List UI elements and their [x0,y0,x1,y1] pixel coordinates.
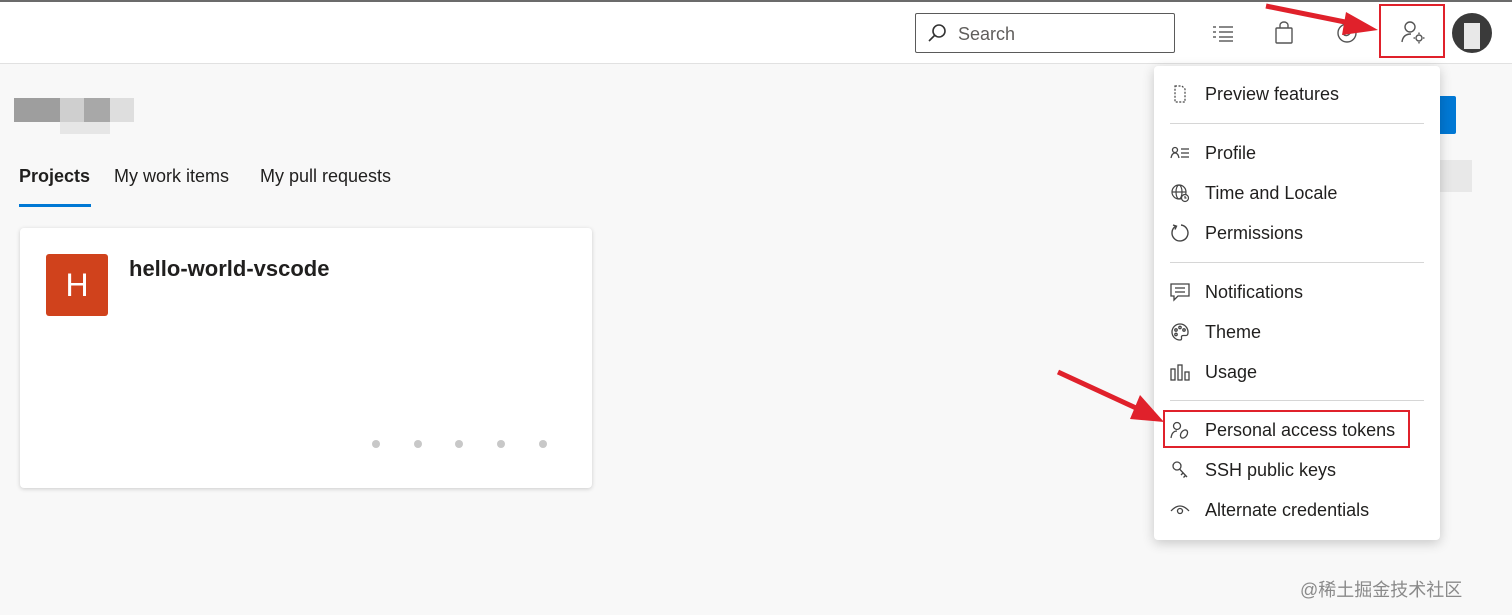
avatar-image [1464,23,1480,49]
search-placeholder: Search [958,24,1016,44]
profile-icon [1170,146,1189,159]
user-settings-button[interactable] [1379,4,1445,58]
globe-icon [1171,184,1190,203]
menu-item-time-and-locale[interactable]: Time and Locale [1154,175,1440,211]
menu-item-profile[interactable]: Profile [1154,135,1440,171]
tab-my-work-items[interactable]: My work items [114,166,229,187]
menu-item-usage[interactable]: Usage [1154,354,1440,390]
menu-divider [1170,123,1424,124]
watermark: @稀土掘金技术社区 [1300,580,1463,600]
search-box[interactable]: Search [915,13,1175,53]
refresh-icon [1171,224,1189,242]
menu-divider [1170,262,1424,263]
work-items-icon[interactable] [1210,20,1236,46]
menu-item-preview-features[interactable]: Preview features [1154,76,1440,112]
document-icon [1174,85,1186,103]
project-avatar: H [46,254,108,316]
user-settings-menu: Preview features Profile Time and Locale… [1154,66,1440,540]
tab-projects[interactable]: Projects [19,166,90,187]
menu-divider [1170,400,1424,401]
background-control-partial [1438,160,1472,192]
avatar[interactable] [1452,13,1492,53]
palette-icon [1171,323,1189,341]
search-icon [928,24,946,42]
bar-chart-icon [1170,364,1190,381]
menu-item-ssh-public-keys[interactable]: SSH public keys [1154,452,1440,488]
tab-my-pull-requests[interactable]: My pull requests [260,166,391,187]
project-card[interactable]: H hello-world-vscode [20,228,592,488]
annotation-arrow-user-settings [1265,3,1378,35]
key-icon [1172,461,1188,478]
eye-icon [1170,505,1190,515]
notification-icon [1170,283,1190,302]
menu-item-alternate-credentials[interactable]: Alternate credentials [1154,492,1440,528]
new-project-button-partial[interactable] [1438,96,1456,134]
annotation-arrow-personal-access-tokens [1056,369,1164,422]
user-settings-icon [1401,21,1425,44]
project-name[interactable]: hello-world-vscode [129,256,329,282]
personal-access-tokens-highlight [1163,410,1410,448]
menu-item-theme[interactable]: Theme [1154,314,1440,350]
menu-item-notifications[interactable]: Notifications [1154,274,1440,310]
active-tab-indicator [19,204,91,207]
menu-item-permissions[interactable]: Permissions [1154,215,1440,251]
